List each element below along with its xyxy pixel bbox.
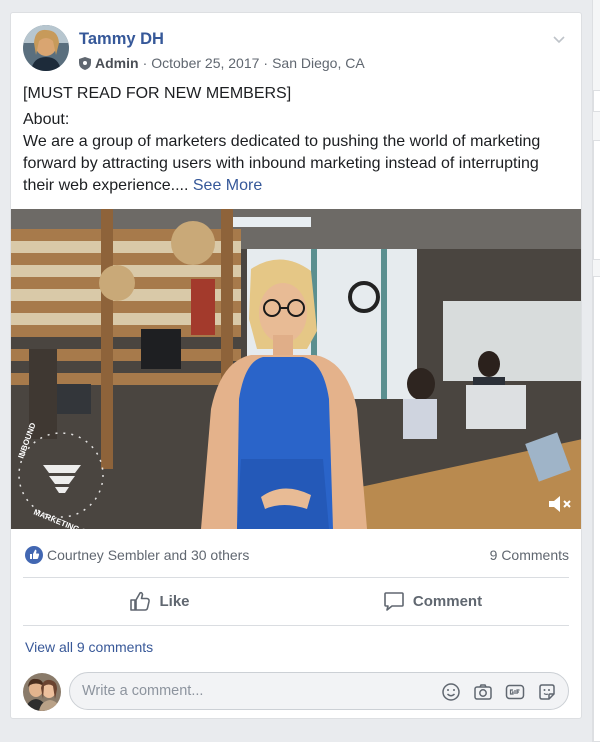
comments-count[interactable]: 9 Comments bbox=[490, 547, 569, 563]
see-more-link[interactable]: See More bbox=[193, 177, 262, 194]
right-column-edge bbox=[592, 0, 600, 742]
gif-icon[interactable] bbox=[504, 681, 526, 703]
divider bbox=[23, 577, 569, 578]
emoji-icon[interactable] bbox=[440, 681, 462, 703]
comment-bubble-icon bbox=[384, 592, 404, 611]
comment-composer: Write a comment... bbox=[23, 672, 569, 712]
thumbs-up-icon bbox=[130, 591, 151, 611]
post-actions: Like Comment bbox=[23, 579, 569, 623]
sticker-icon[interactable] bbox=[536, 681, 558, 703]
video-frame: INBOUND MARKETING CREATORS bbox=[11, 209, 581, 529]
divider bbox=[23, 625, 569, 626]
post-header: Tammy DH Admin · October 25, 2017 · San … bbox=[23, 25, 565, 73]
composer-icons bbox=[440, 681, 558, 703]
meta-separator: · bbox=[142, 55, 148, 71]
post-date[interactable]: October 25, 2017 bbox=[151, 55, 259, 71]
reaction-names[interactable]: Courtney Sembler and 30 others bbox=[47, 547, 249, 563]
post-meta: Admin · October 25, 2017 · San Diego, CA bbox=[79, 55, 365, 71]
author-avatar[interactable] bbox=[23, 25, 69, 71]
post-card: Tammy DH Admin · October 25, 2017 · San … bbox=[10, 12, 582, 719]
admin-shield-icon bbox=[79, 56, 91, 70]
reaction-summary: Courtney Sembler and 30 others 9 Comment… bbox=[25, 545, 569, 565]
comment-input[interactable]: Write a comment... bbox=[69, 672, 569, 710]
chevron-down-icon[interactable] bbox=[551, 31, 567, 47]
view-all-comments-link[interactable]: View all 9 comments bbox=[25, 639, 153, 655]
author-name[interactable]: Tammy DH bbox=[79, 30, 164, 49]
video-player[interactable]: INBOUND MARKETING CREATORS bbox=[11, 209, 581, 529]
like-button[interactable]: Like bbox=[23, 579, 296, 623]
post-title-line: [MUST READ FOR NEW MEMBERS] bbox=[23, 85, 292, 102]
comment-button[interactable]: Comment bbox=[296, 579, 569, 623]
camera-icon[interactable] bbox=[472, 681, 494, 703]
mute-icon[interactable] bbox=[547, 493, 573, 515]
post-body: [MUST READ FOR NEW MEMBERS] About: We ar… bbox=[23, 83, 571, 197]
viewer-avatar[interactable] bbox=[23, 673, 61, 711]
post-location[interactable]: San Diego, CA bbox=[272, 55, 365, 71]
comment-placeholder: Write a comment... bbox=[82, 683, 204, 699]
about-label: About: bbox=[23, 111, 70, 128]
admin-badge: Admin bbox=[95, 55, 139, 71]
like-reaction-icon[interactable] bbox=[25, 546, 43, 564]
post-description: We are a group of marketers dedicated to… bbox=[23, 133, 541, 194]
meta-separator: · bbox=[263, 55, 269, 71]
